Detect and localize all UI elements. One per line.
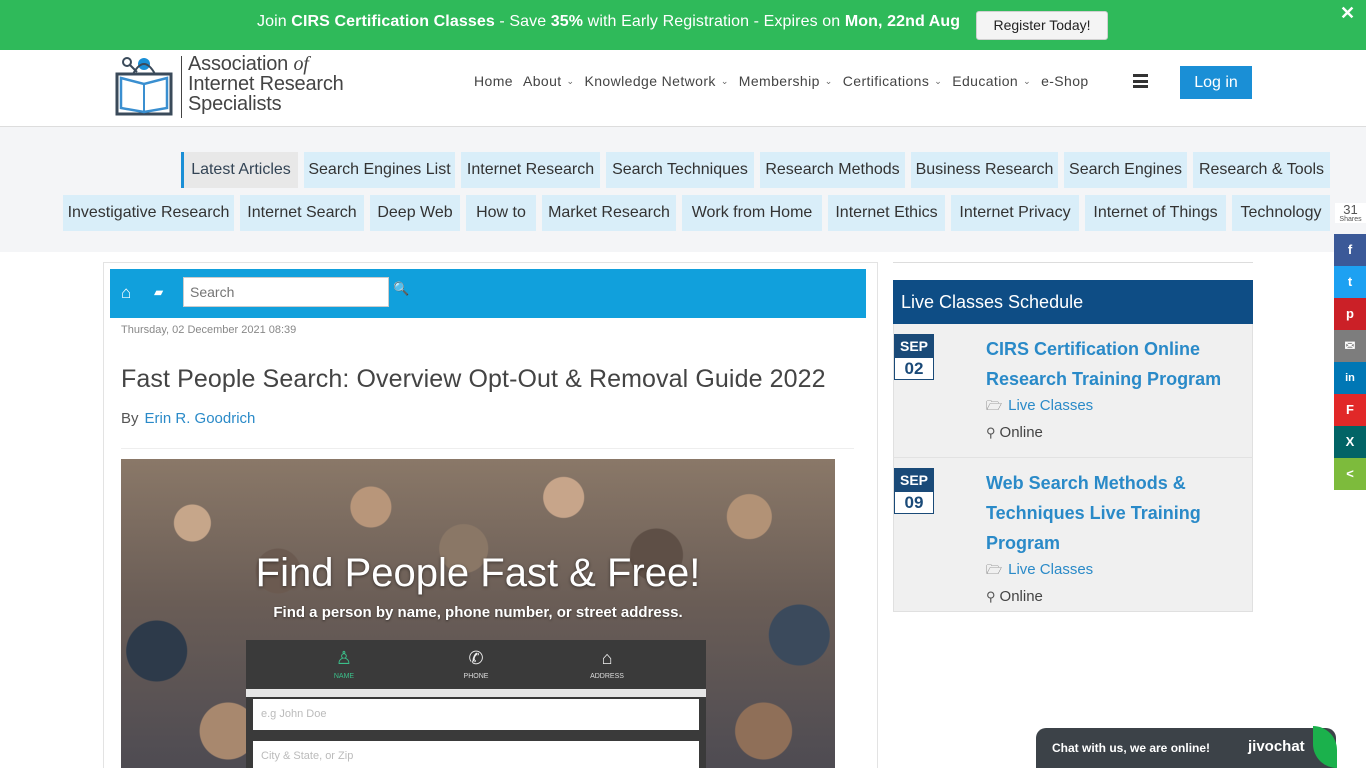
tag-market-research[interactable]: Market Research	[542, 195, 676, 231]
site-header: Association of Internet Research Special…	[0, 50, 1366, 127]
divider	[121, 448, 854, 449]
chevron-down-icon: ⌄	[934, 75, 943, 86]
hero-headline: Find People Fast & Free!	[255, 551, 701, 595]
tag-search-techniques[interactable]: Search Techniques	[606, 152, 754, 188]
tag-technology[interactable]: Technology	[1232, 195, 1330, 231]
tag-how-to[interactable]: How to	[466, 195, 536, 231]
nav-eshop[interactable]: e-Shop	[1041, 73, 1089, 89]
nav-about[interactable]: About ⌄	[523, 73, 575, 89]
close-icon[interactable]: ✕	[1340, 3, 1355, 24]
hero-location-field: City & State, or Zip	[253, 741, 699, 768]
event-location: ⚲ Online	[986, 588, 1043, 605]
logo-book-icon	[115, 57, 173, 116]
tag-investigative-research[interactable]: Investigative Research	[63, 195, 234, 231]
tag-search-engines-list[interactable]: Search Engines List	[304, 152, 455, 188]
tag-internet-privacy[interactable]: Internet Privacy	[951, 195, 1079, 231]
event-date-badge: SEP 09	[894, 468, 934, 514]
event-title-link[interactable]: Web Search Methods & Techniques Live Tra…	[986, 468, 1236, 558]
tag-search-engines[interactable]: Search Engines	[1064, 152, 1187, 188]
tag-business-research[interactable]: Business Research	[911, 152, 1058, 188]
chevron-down-icon: ⌄	[1023, 75, 1032, 86]
logo-divider	[181, 56, 182, 118]
event-separator	[893, 457, 1253, 458]
home-icon[interactable]: ⌂	[121, 283, 131, 303]
hero-tab-strip	[246, 689, 706, 697]
sidebar-divider	[893, 262, 1253, 263]
folder-icon[interactable]: ▰	[154, 285, 163, 299]
event-title-link[interactable]: CIRS Certification Online Research Train…	[986, 334, 1236, 394]
category-tags	[0, 127, 1366, 252]
article-title: Fast People Search: Overview Opt-Out & R…	[121, 365, 826, 393]
chevron-down-icon: ⌄	[824, 75, 833, 86]
facebook-share-button[interactable]: f	[1334, 234, 1366, 266]
search-input[interactable]	[183, 277, 389, 307]
sharethis-share-button[interactable]: <	[1334, 458, 1366, 490]
tag-research-methods[interactable]: Research Methods	[760, 152, 905, 188]
flipboard-share-button[interactable]: F	[1334, 394, 1366, 426]
login-button[interactable]: Log in	[1180, 66, 1252, 99]
nav-education[interactable]: Education ⌄	[952, 73, 1031, 89]
share-count: 31 Shares	[1335, 203, 1366, 223]
tag-internet-research[interactable]: Internet Research	[461, 152, 600, 188]
site-logo[interactable]: Association of Internet Research Special…	[113, 54, 358, 120]
tag-deep-web[interactable]: Deep Web	[370, 195, 460, 231]
article-byline: By Erin R. Goodrich	[121, 410, 256, 427]
folder-icon: 🗁	[986, 398, 1003, 413]
tag-research-tools[interactable]: Research & Tools	[1193, 152, 1330, 188]
person-icon: ♙	[335, 648, 353, 668]
event-category[interactable]: 🗁 Live Classes	[986, 397, 1093, 419]
article-hero-image: Find People Fast & Free! Find a person b…	[121, 459, 835, 768]
search-icon[interactable]: 🔍	[393, 281, 409, 297]
hero-tab-phone: ✆ PHONE	[436, 648, 516, 680]
event-location: ⚲ Online	[986, 424, 1043, 441]
tag-work-from-home[interactable]: Work from Home	[682, 195, 822, 231]
house-icon: ⌂	[601, 648, 613, 668]
event-date-badge: SEP 02	[894, 334, 934, 380]
logo-text: Association of Internet Research Special…	[188, 53, 344, 115]
hero-tab-address: ⌂ ADDRESS	[567, 648, 647, 680]
phone-icon: ✆	[468, 648, 484, 668]
linkedin-share-button[interactable]: in	[1334, 362, 1366, 394]
tag-internet-of-things[interactable]: Internet of Things	[1085, 195, 1226, 231]
twitter-share-button[interactable]: t	[1334, 266, 1366, 298]
author-link[interactable]: Erin R. Goodrich	[145, 410, 256, 427]
main-nav: Home About ⌄ Knowledge Network ⌄ Membershi…	[474, 73, 1099, 89]
nav-membership[interactable]: Membership ⌄	[739, 73, 833, 89]
hamburger-menu-icon[interactable]	[1133, 74, 1148, 88]
tag-latest-articles[interactable]: Latest Articles	[181, 152, 298, 188]
map-pin-icon: ⚲	[986, 589, 996, 604]
tag-internet-search[interactable]: Internet Search	[240, 195, 364, 231]
nav-knowledge-network[interactable]: Knowledge Network ⌄	[585, 73, 729, 89]
nav-certifications[interactable]: Certifications ⌄	[843, 73, 942, 89]
hero-name-field: e.g John Doe	[253, 699, 699, 730]
chevron-down-icon: ⌄	[566, 75, 575, 86]
live-classes-heading: Live Classes Schedule	[893, 280, 1253, 324]
chat-status-text: Chat with us, we are online!	[1052, 741, 1211, 755]
xing-share-button[interactable]: X	[1334, 426, 1366, 458]
folder-icon: 🗁	[986, 562, 1003, 577]
promo-banner: Join CIRS Certification Classes - Save 3…	[0, 0, 1366, 50]
map-pin-icon: ⚲	[986, 425, 996, 440]
event-category[interactable]: 🗁 Live Classes	[986, 561, 1093, 583]
hero-subtitle: Find a person by name, phone number, or …	[273, 604, 683, 621]
chevron-down-icon: ⌄	[720, 75, 729, 86]
article-date: Thursday, 02 December 2021 08:39	[121, 324, 297, 336]
chat-widget[interactable]: Chat with us, we are online! jivochat	[1036, 728, 1336, 768]
promo-text: Join CIRS Certification Classes - Save 3…	[257, 13, 961, 30]
nav-home[interactable]: Home	[474, 73, 513, 89]
hero-tab-name: ♙ NAME	[304, 648, 384, 680]
email-share-button[interactable]: ✉	[1334, 330, 1366, 362]
jivochat-logo: jivochat	[1248, 738, 1305, 755]
register-today-button[interactable]: Register Today!	[976, 11, 1108, 40]
pinterest-share-button[interactable]: p	[1334, 298, 1366, 330]
tag-internet-ethics[interactable]: Internet Ethics	[828, 195, 945, 231]
hero-search-panel: ♙ NAME ✆ PHONE ⌂ ADDRESS e.g John Doe City …	[246, 640, 706, 768]
